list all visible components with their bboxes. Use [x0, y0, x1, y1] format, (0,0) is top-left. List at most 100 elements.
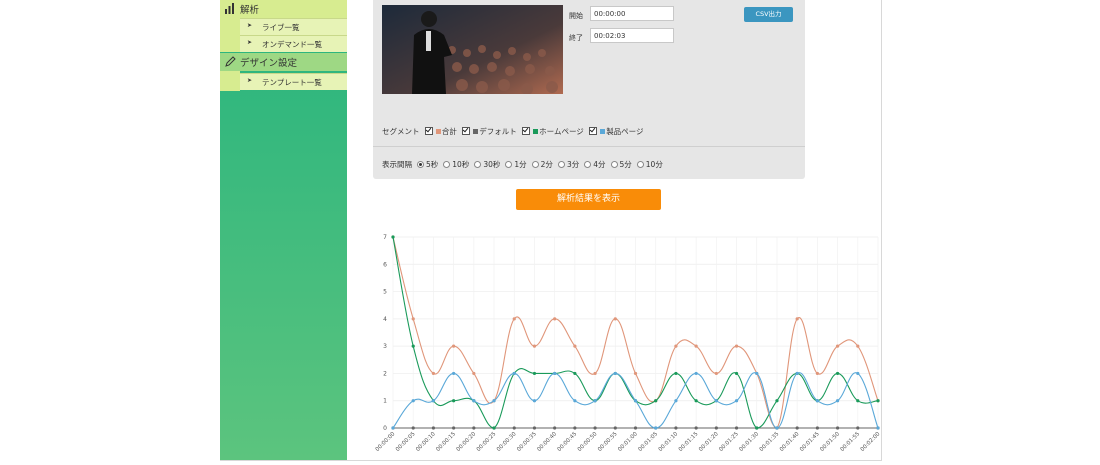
- data-point: [492, 399, 496, 403]
- data-point: [472, 371, 476, 376]
- x-tick-label: 00:01:20: [698, 431, 720, 453]
- data-point: [573, 344, 577, 348]
- x-tick-label: 00:00:15: [435, 431, 457, 453]
- data-point: [391, 235, 395, 239]
- interval-radio-6[interactable]: [584, 161, 592, 168]
- bar-chart-icon: [225, 3, 234, 14]
- data-point: [573, 371, 577, 376]
- data-point: [856, 371, 860, 376]
- data-point: [452, 371, 456, 376]
- data-point: [654, 426, 658, 430]
- data-point: [431, 399, 436, 403]
- nav-indent: [220, 18, 240, 52]
- interval-radio-0[interactable]: [417, 161, 424, 168]
- y-tick-label: 0: [383, 425, 387, 432]
- segment-label-total: 合計: [441, 127, 457, 136]
- nav-section-analysis[interactable]: 解析: [220, 0, 347, 18]
- interval-radio-7[interactable]: [610, 161, 618, 168]
- y-tick-label: 4: [383, 316, 387, 323]
- sidebar-item-live-list[interactable]: ➤ ライブ一覧: [240, 18, 347, 35]
- x-tick-label: 00:00:50: [577, 431, 599, 453]
- interval-radio-3[interactable]: [505, 161, 513, 168]
- data-point: [411, 317, 415, 321]
- segment-checkbox-homepage[interactable]: [522, 127, 531, 135]
- interval-radio-4[interactable]: [531, 161, 539, 168]
- data-point: [472, 399, 476, 403]
- data-point: [835, 399, 840, 403]
- data-point: [815, 399, 819, 403]
- sidebar-item-label: オンデマンド一覧: [262, 40, 322, 49]
- data-point: [856, 399, 860, 403]
- y-tick-label: 1: [383, 398, 387, 405]
- color-swatch: [533, 129, 539, 134]
- data-point: [654, 399, 658, 403]
- segment-row: セグメント 合計 デフォルト ホームページ 製品ページ: [382, 126, 644, 137]
- pencil-icon: [225, 56, 236, 67]
- x-tick-label: 00:00:05: [395, 431, 417, 453]
- interval-radio-5[interactable]: [557, 161, 565, 168]
- data-point: [593, 371, 597, 376]
- x-tick-label: 00:01:05: [637, 431, 659, 453]
- sidebar-item-ondemand-list[interactable]: ➤ オンデマンド一覧: [240, 35, 347, 52]
- csv-export-button[interactable]: CSV出力: [744, 7, 793, 22]
- sidebar-item-template-list[interactable]: ➤ テンプレート一覧: [240, 73, 347, 90]
- data-point: [411, 344, 415, 348]
- x-tick-label: 00:01:45: [799, 431, 821, 453]
- interval-radio-2[interactable]: [474, 161, 482, 168]
- start-time-input[interactable]: 00:00:00: [590, 6, 674, 21]
- data-point: [795, 426, 799, 430]
- x-tick-label: 00:00:35: [516, 431, 538, 453]
- data-point: [775, 399, 779, 403]
- data-point: [553, 317, 557, 321]
- data-point: [532, 426, 537, 430]
- nav-section-design[interactable]: デザイン設定: [220, 53, 347, 71]
- color-swatch: [600, 129, 606, 134]
- data-point: [573, 426, 577, 430]
- data-point: [835, 344, 840, 348]
- data-point: [573, 399, 577, 403]
- segment-checkbox-total[interactable]: [424, 127, 433, 135]
- interval-label: 表示間隔: [382, 160, 412, 169]
- data-point: [553, 371, 557, 376]
- color-swatch: [473, 129, 479, 134]
- segment-checkbox-default[interactable]: [462, 127, 471, 135]
- x-tick-label: 00:00:10: [415, 431, 437, 453]
- data-point: [472, 426, 476, 430]
- data-point: [431, 371, 436, 376]
- end-time-input[interactable]: 00:02:03: [590, 28, 674, 43]
- settings-panel: 開始 00:00:00 終了 00:02:03 CSV出力 セグメント 合計 デ…: [373, 0, 805, 179]
- data-point: [452, 344, 456, 348]
- data-point: [613, 317, 617, 321]
- x-tick-label: 00:00:00: [375, 431, 397, 453]
- data-point: [674, 371, 678, 376]
- data-point: [694, 371, 698, 376]
- interval-option-label: 30秒: [483, 160, 501, 169]
- x-tick-label: 00:01:15: [678, 431, 700, 453]
- interval-option-label: 3分: [566, 160, 580, 169]
- y-tick-label: 5: [383, 289, 387, 296]
- x-tick-label: 00:01:55: [839, 431, 861, 453]
- data-point: [674, 399, 678, 403]
- interval-radio-8[interactable]: [636, 161, 644, 168]
- show-analysis-button[interactable]: 解析結果を表示: [516, 189, 661, 210]
- data-point: [755, 371, 759, 376]
- x-tick-label: 00:00:55: [597, 431, 619, 453]
- segment-checkbox-product[interactable]: [589, 127, 598, 135]
- data-point: [856, 426, 860, 430]
- data-point: [633, 371, 638, 376]
- data-point: [613, 426, 617, 430]
- video-thumbnail[interactable]: [382, 5, 563, 94]
- arrow-right-icon: ➤: [247, 39, 253, 46]
- start-label: 開始: [569, 12, 583, 20]
- interval-radio-1[interactable]: [443, 161, 451, 168]
- nav-section-label: デザイン設定: [240, 58, 298, 69]
- segment-label-default: デフォルト: [479, 127, 517, 136]
- y-tick-label: 6: [383, 261, 387, 268]
- data-point: [714, 426, 718, 430]
- color-swatch: [435, 129, 441, 134]
- interval-option-label: 5秒: [426, 160, 439, 169]
- y-tick-label: 2: [383, 370, 387, 377]
- interval-option-label: 10秒: [452, 160, 470, 169]
- app-frame: 解析 ➤ ライブ一覧 ➤ オンデマンド一覧 デザイン設定 ➤ テンプレート一覧: [220, 0, 882, 461]
- data-point: [876, 426, 880, 430]
